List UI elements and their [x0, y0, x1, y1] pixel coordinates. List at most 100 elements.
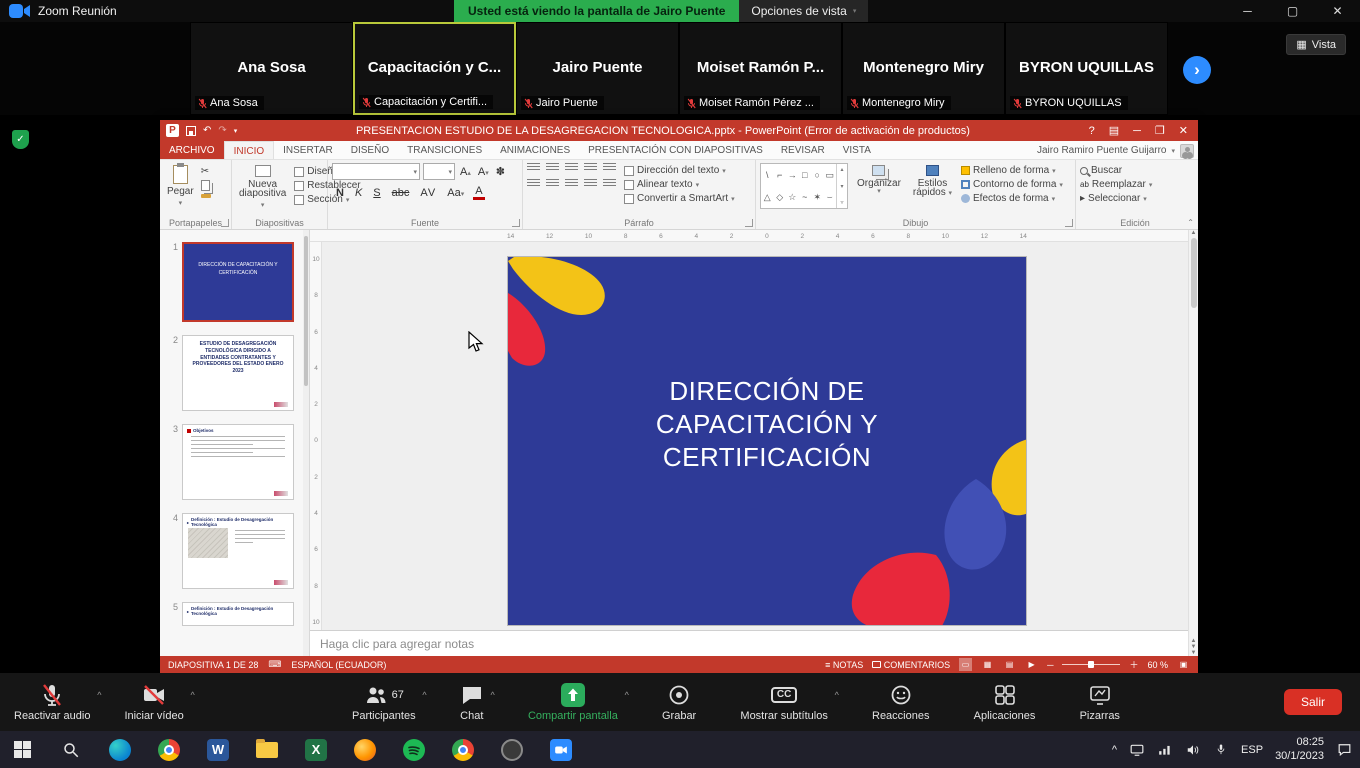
smartart-button[interactable]: Convertir a SmartArt▾ — [624, 193, 735, 204]
minimize-button[interactable]: ─ — [1225, 0, 1270, 22]
slide-scrollbar[interactable]: ▲ ▲ ▼ ▼ — [1188, 230, 1198, 656]
paste-button[interactable]: Pegar▾ — [164, 163, 197, 209]
dialog-launcher-icon[interactable] — [1065, 219, 1073, 227]
chat-button[interactable]: ^ Chat — [460, 683, 484, 722]
save-icon[interactable] — [186, 126, 196, 136]
shape-icon[interactable]: ⌣ — [827, 192, 833, 203]
search-button[interactable] — [59, 738, 83, 762]
bold-button[interactable]: N — [334, 187, 346, 199]
meeting-info-shield-icon[interactable]: ✓ — [12, 130, 29, 149]
participant-tile[interactable]: Jairo Puente Jairo Puente — [516, 22, 679, 115]
network-tray-icon[interactable] — [1157, 743, 1173, 757]
whiteboards-button[interactable]: Pizarras — [1080, 683, 1120, 722]
shape-icon[interactable]: → — [788, 170, 797, 180]
underline-button[interactable]: S — [371, 187, 382, 199]
horizontal-ruler[interactable]: 141210864202468101214 — [310, 230, 1188, 242]
scroll-up-icon[interactable]: ▲ — [1191, 230, 1197, 236]
slide-canvas[interactable]: DIRECCIÓN DE CAPACITACIÓN Y CERTIFICACIÓ… — [507, 256, 1027, 626]
slide-sorter-view-button[interactable]: ▦ — [981, 658, 994, 671]
account-area[interactable]: Jairo Ramiro Puente Guijarro ▾ — [1037, 141, 1194, 160]
tab-presentacion[interactable]: PRESENTACIÓN CON DIAPOSITIVAS — [579, 141, 772, 159]
thumbnail-row[interactable]: 2 ESTUDIO DE DESAGREGACIÓN TECNOLÓGICA D… — [166, 335, 309, 411]
char-spacing-button[interactable]: AV — [418, 187, 438, 199]
gallery-more-icon[interactable]: ▿ — [840, 199, 843, 206]
ribbon-options-button[interactable]: ▤ — [1109, 124, 1119, 137]
tab-transiciones[interactable]: TRANSICIONES — [398, 141, 491, 159]
format-painter-icon[interactable] — [201, 194, 211, 198]
font-name-combo[interactable]: ▾ — [332, 163, 420, 180]
start-video-button[interactable]: ^ Iniciar vídeo — [124, 683, 183, 722]
collapse-ribbon-icon[interactable]: ⌃ — [1187, 218, 1194, 227]
redo-icon[interactable]: ↷ — [218, 125, 226, 136]
shapes-gallery[interactable]: \⌐→□○▭ △◇☆~✶⌣ ▴▾▿ — [760, 163, 848, 209]
thumbnail-row[interactable]: 1 DIRECCIÓN DE CAPACITACIÓN Y CERTIFICAC… — [166, 242, 309, 322]
help-button[interactable]: ? — [1089, 125, 1095, 137]
zoom-taskbar-icon[interactable] — [549, 738, 573, 762]
chat-options-caret[interactable]: ^ — [491, 690, 495, 700]
change-case-button[interactable]: Aa▾ — [445, 187, 466, 199]
action-center-icon[interactable] — [1336, 743, 1352, 757]
thumbnail-slide-4[interactable]: ▸Definición : Estudio de Desagregación T… — [182, 513, 294, 589]
record-button[interactable]: Grabar — [662, 683, 696, 722]
ppt-restore-button[interactable]: ❐ — [1155, 124, 1165, 137]
firefox-taskbar-icon[interactable] — [353, 738, 377, 762]
shape-icon[interactable]: ▭ — [825, 170, 834, 181]
quick-styles-button[interactable]: Estilos rápidos ▾ — [910, 163, 955, 200]
replace-button[interactable]: abReemplazar▾ — [1080, 179, 1190, 190]
share-options-caret[interactable]: ^ — [625, 690, 629, 700]
slideshow-view-button[interactable]: ▶ — [1025, 658, 1038, 671]
leave-meeting-button[interactable]: Salir — [1284, 689, 1342, 715]
shape-effects-button[interactable]: Efectos de forma▾ — [961, 193, 1063, 204]
unmute-audio-button[interactable]: ^ Reactivar audio — [14, 683, 90, 722]
strikethrough-button[interactable]: abc — [390, 187, 412, 199]
vista-button[interactable]: ▦Vista — [1286, 34, 1346, 55]
shape-icon[interactable]: △ — [764, 192, 771, 203]
edge-taskbar-icon[interactable] — [108, 738, 132, 762]
thumbnail-slide-1[interactable]: DIRECCIÓN DE CAPACITACIÓN Y CERTIFICACIÓ… — [182, 242, 294, 322]
vertical-ruler[interactable]: 1086420246810 — [310, 242, 322, 630]
spotify-taskbar-icon[interactable] — [402, 738, 426, 762]
tab-diseno[interactable]: DISEÑO — [342, 141, 398, 159]
clear-formatting-icon[interactable]: ✽ — [494, 165, 507, 178]
shape-outline-button[interactable]: Contorno de forma▾ — [961, 179, 1063, 190]
ppt-minimize-button[interactable]: ─ — [1133, 125, 1141, 137]
notes-toggle[interactable]: ≡ NOTAS — [825, 660, 863, 670]
shape-icon[interactable]: ~ — [802, 192, 807, 202]
decrease-font-icon[interactable]: A▾ — [476, 166, 491, 178]
arrange-button[interactable]: Organizar▾ — [854, 163, 904, 197]
participant-tile[interactable]: BYRON UQUILLAS BYRON UQUILLAS — [1005, 22, 1168, 115]
captions-options-caret[interactable]: ^ — [835, 690, 839, 700]
camera-app-taskbar-icon[interactable] — [500, 738, 524, 762]
align-right-icon[interactable] — [565, 179, 578, 188]
thumbnail-slide-3[interactable]: Objetivos — [182, 424, 294, 500]
align-left-icon[interactable] — [527, 179, 540, 188]
tab-animaciones[interactable]: ANIMACIONES — [491, 141, 579, 159]
participants-options-caret[interactable]: ^ — [422, 690, 426, 700]
shape-icon[interactable]: ○ — [815, 170, 820, 180]
start-button[interactable] — [10, 738, 34, 762]
participant-tile[interactable]: Moiset Ramón P... Moiset Ramón Pérez ... — [679, 22, 842, 115]
fit-slide-button[interactable]: ▣ — [1177, 658, 1190, 671]
align-center-icon[interactable] — [546, 179, 559, 188]
slide-title-text[interactable]: DIRECCIÓN DE CAPACITACIÓN Y CERTIFICACIÓ… — [640, 375, 895, 473]
hidden-icons-chevron[interactable]: ^ — [1112, 744, 1117, 756]
normal-view-button[interactable]: ▭ — [959, 658, 972, 671]
shape-icon[interactable]: ☆ — [788, 192, 796, 203]
scrollbar-thumb[interactable] — [1191, 238, 1197, 308]
thumbnail-row[interactable]: 4 ▸Definición : Estudio de Desagregación… — [166, 513, 309, 589]
increase-font-icon[interactable]: A▴ — [458, 166, 473, 178]
volume-tray-icon[interactable] — [1185, 743, 1201, 757]
excel-taskbar-icon[interactable]: X — [304, 738, 328, 762]
thumbnail-slide-5[interactable]: ▸Definición : Estudio de Desagregación T… — [182, 602, 294, 626]
dialog-launcher-icon[interactable] — [221, 219, 229, 227]
scroll-down-icon[interactable]: ▼ — [1191, 650, 1197, 656]
participant-tile[interactable]: Ana Sosa Ana Sosa — [190, 22, 353, 115]
thumbnail-scrollbar[interactable] — [303, 230, 309, 656]
chrome-taskbar-icon[interactable] — [157, 738, 181, 762]
zoom-out-button[interactable]: ─ — [1047, 660, 1053, 670]
new-slide-button[interactable]: Nueva diapositiva ▾ — [236, 163, 289, 212]
dialog-launcher-icon[interactable] — [745, 219, 753, 227]
participant-tile[interactable]: Montenegro Miry Montenegro Miry — [842, 22, 1005, 115]
close-button[interactable]: ✕ — [1315, 0, 1360, 22]
tab-vista[interactable]: VISTA — [834, 141, 880, 159]
